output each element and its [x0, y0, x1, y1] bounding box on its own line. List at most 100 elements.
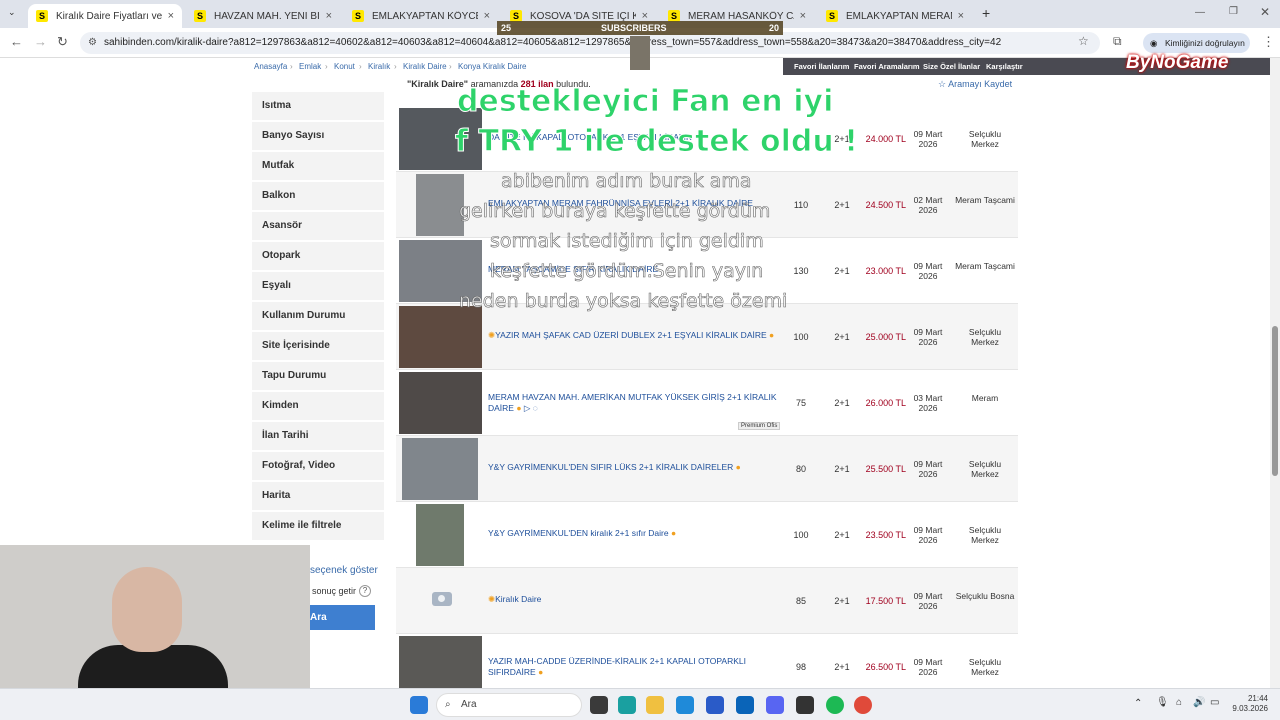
more-options-link[interactable]: seçenek göster: [310, 565, 378, 576]
tab-5[interactable]: S EMLAKYAPTAN MERAM FAHRÜ ×: [818, 4, 972, 28]
volume-icon[interactable]: 🔊: [1193, 697, 1205, 708]
filter-bathroom-count[interactable]: Banyo Sayısı: [252, 122, 384, 152]
filter-elevator[interactable]: Asansör: [252, 212, 384, 242]
chrome-icon[interactable]: [854, 696, 872, 714]
close-icon[interactable]: ×: [168, 10, 174, 22]
store-icon[interactable]: [706, 696, 724, 714]
edge-icon[interactable]: [676, 696, 694, 714]
listing-title[interactable]: ✺YAZIR MAH ŞAFAK CAD ÜZERİ DUBLEX 2+1 EŞ…: [488, 330, 778, 341]
obs-icon[interactable]: [796, 696, 814, 714]
filter-deed-status[interactable]: Tapu Durumu: [252, 362, 384, 392]
listing-title[interactable]: MERAM HAVZAN MAH. AMERİKAN MUTFAK YÜKSEK…: [488, 392, 778, 414]
breadcrumb-separator: ›: [325, 62, 328, 71]
page-scrollbar[interactable]: [1270, 58, 1280, 690]
back-icon[interactable]: ←: [10, 34, 23, 49]
listing-price: 25.000 TL: [865, 332, 906, 342]
widgets-icon[interactable]: [618, 696, 636, 714]
new-tab-button[interactable]: +: [982, 5, 990, 21]
close-icon[interactable]: ×: [958, 10, 964, 22]
forward-icon[interactable]: →: [34, 34, 47, 49]
filter-in-site[interactable]: Site İçerisinde: [252, 332, 384, 362]
listing-photo[interactable]: [416, 504, 464, 566]
breadcrumb-item[interactable]: Konut: [334, 62, 355, 71]
filter-kitchen[interactable]: Mutfak: [252, 152, 384, 182]
tray-chevron-icon[interactable]: ⌃: [1134, 698, 1142, 709]
listing-title[interactable]: ✺Kiralık Daire: [488, 594, 778, 605]
identity-label: Kimliğinizi doğrulayın: [1165, 38, 1245, 48]
save-search-label: Aramayı Kaydet: [948, 79, 1013, 89]
identity-verify-button[interactable]: ◉ Kimliğinizi doğrulayın: [1143, 33, 1250, 53]
listing-photo[interactable]: [399, 306, 482, 368]
special-listings-link[interactable]: Size Özel İlanlar: [923, 62, 980, 71]
listing-m2: 100: [793, 530, 809, 540]
listing-title[interactable]: Y&Y GAYRİMENKUL'DEN SIFIR LÜKS 2+1 KİRAL…: [488, 462, 778, 473]
breadcrumb-item[interactable]: Konya Kiralık Daire: [458, 62, 526, 71]
outlook-icon[interactable]: [736, 696, 754, 714]
table-row[interactable]: Y&Y GAYRİMENKUL'DEN SIFIR LÜKS 2+1 KİRAL…: [396, 436, 1018, 502]
filter-map[interactable]: Harita: [252, 482, 384, 512]
filter-photo-video[interactable]: Fotoğraf, Video: [252, 452, 384, 482]
favorite-listings-link[interactable]: Favori İlanlarım: [794, 62, 849, 71]
scrollbar-thumb[interactable]: [1272, 326, 1278, 476]
tab-1[interactable]: S HAVZAN MAH. YENİ BİNADA Bİ ×: [186, 4, 340, 28]
table-row[interactable]: MERAM HAVZAN MAH. AMERİKAN MUTFAK YÜKSEK…: [396, 370, 1018, 436]
compare-link[interactable]: Karşılaştır: [986, 62, 1023, 71]
system-clock[interactable]: 21:44 9.03.2026: [1230, 694, 1268, 714]
listing-photo[interactable]: [399, 570, 482, 632]
tab-list-icon[interactable]: ⌄: [8, 7, 16, 18]
menu-icon[interactable]: ⋮: [1262, 34, 1275, 50]
battery-icon[interactable]: ▭: [1210, 697, 1219, 708]
search-button[interactable]: Ara: [300, 605, 375, 630]
filter-balcony[interactable]: Balkon: [252, 182, 384, 212]
file-explorer-icon[interactable]: [646, 696, 664, 714]
minimize-icon[interactable]: —: [1195, 7, 1205, 18]
listing-title[interactable]: YAZIR MAH-CADDE ÜZERİNDE-KİRALIK 2+1 KAP…: [488, 656, 778, 678]
result-option-label: sonuç getir: [312, 586, 357, 596]
task-view-icon[interactable]: [590, 696, 608, 714]
listing-photo[interactable]: [399, 372, 482, 434]
site-info-icon[interactable]: ⚙: [88, 32, 97, 54]
table-row[interactable]: ✺Kiralık Daire 85 2+1 17.500 TL 09 Mart …: [396, 568, 1018, 634]
star-icon: ☆: [938, 79, 949, 89]
windows-start-icon[interactable]: [410, 696, 428, 714]
breadcrumb-item[interactable]: Kiralık Daire: [403, 62, 447, 71]
breadcrumb-item[interactable]: Anasayfa: [254, 62, 287, 71]
listing-location: Selçuklu Bosna: [955, 591, 1015, 601]
filter-heating[interactable]: Isıtma: [252, 92, 384, 122]
taskbar-search[interactable]: ⌕ Ara: [436, 693, 582, 717]
listing-photo[interactable]: [416, 174, 464, 236]
close-icon[interactable]: ×: [326, 10, 332, 22]
breadcrumb-item[interactable]: Kiralık: [368, 62, 390, 71]
filter-from-whom[interactable]: Kimden: [252, 392, 384, 422]
breadcrumb-item[interactable]: Emlak: [299, 62, 321, 71]
close-icon[interactable]: ×: [484, 10, 490, 22]
close-icon[interactable]: ×: [800, 10, 806, 22]
network-icon[interactable]: ⌂: [1176, 697, 1182, 708]
filter-listing-date[interactable]: İlan Tarihi: [252, 422, 384, 452]
bookmark-star-icon[interactable]: ☆: [1078, 34, 1089, 48]
donation-message-line: neden burda yoksa keşfette özemi: [459, 290, 788, 313]
discord-icon[interactable]: [766, 696, 784, 714]
help-icon[interactable]: ?: [359, 585, 371, 597]
filter-keyword[interactable]: Kelime ile filtrele: [252, 512, 384, 542]
listing-title[interactable]: Y&Y GAYRİMENKUL'DEN kiralık 2+1 sıfır Da…: [488, 528, 778, 539]
url-input[interactable]: ⚙ sahibinden.com/kiralik-daire?a812=12978…: [80, 32, 1100, 54]
microphone-icon[interactable]: 🎙: [1156, 697, 1169, 708]
save-search-link[interactable]: ☆ Aramayı Kaydet: [938, 79, 1012, 90]
tab-2[interactable]: S EMLAKYAPTAN KÖYCEĞİZ MER ×: [344, 4, 498, 28]
favorite-searches-link[interactable]: Favori Aramalarım: [854, 62, 920, 71]
spotify-icon[interactable]: [826, 696, 844, 714]
table-row[interactable]: ✺YAZIR MAH ŞAFAK CAD ÜZERİ DUBLEX 2+1 EŞ…: [396, 304, 1018, 370]
extensions-icon[interactable]: ⧉: [1113, 34, 1122, 49]
window-close-icon[interactable]: ✕: [1260, 5, 1270, 19]
maximize-icon[interactable]: ❐: [1229, 6, 1238, 17]
listing-title-text: YAZIR MAH ŞAFAK CAD ÜZERİ DUBLEX 2+1 EŞY…: [495, 330, 767, 340]
tab-label: KOSOVA 'DA SİTE İÇİ KAPALI OT: [530, 10, 636, 22]
listing-photo[interactable]: [402, 438, 478, 500]
filter-usage-status[interactable]: Kullanım Durumu: [252, 302, 384, 332]
reload-icon[interactable]: ↻: [57, 34, 68, 50]
tab-0[interactable]: S Kiralık Daire Fiyatları ve Kiralık E ×: [28, 4, 182, 28]
table-row[interactable]: Y&Y GAYRİMENKUL'DEN kiralık 2+1 sıfır Da…: [396, 502, 1018, 568]
filter-parking[interactable]: Otopark: [252, 242, 384, 272]
filter-furnished[interactable]: Eşyalı: [252, 272, 384, 302]
